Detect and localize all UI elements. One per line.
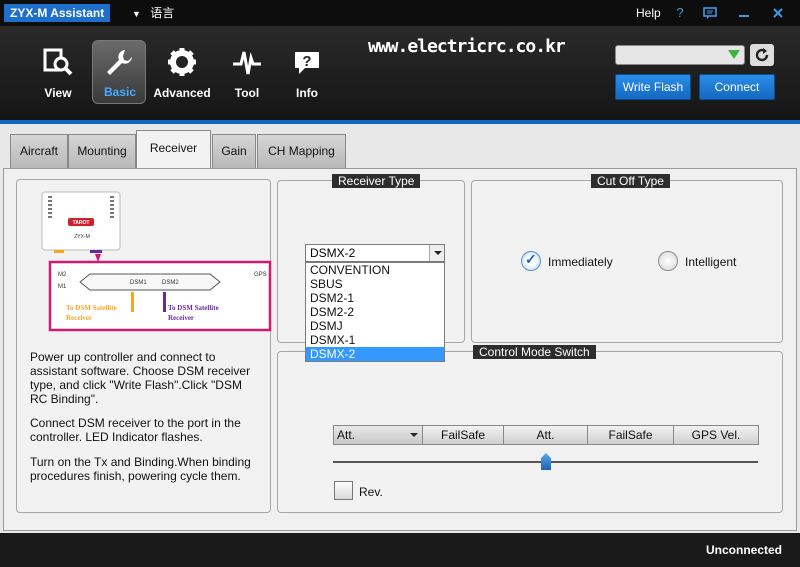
callout2-line2: Receiver [168, 314, 194, 322]
intelligent-label: Intelligent [685, 255, 737, 269]
immediately-radio[interactable]: ✓ [521, 251, 541, 271]
intelligent-radio[interactable] [658, 251, 678, 271]
svg-text:?: ? [302, 53, 311, 70]
feedback-icon[interactable] [702, 5, 718, 21]
tab-ch-mapping[interactable]: CH Mapping [257, 134, 346, 168]
title-bar: ZYX-M Assistant ▼ 语言 Help ? [0, 0, 800, 26]
tab-aircraft[interactable]: Aircraft [10, 134, 68, 168]
nav-view-button[interactable]: View [31, 40, 85, 104]
rev-checkbox[interactable] [334, 481, 353, 500]
brand-label: TAROT [73, 220, 90, 226]
gps-label: GPS [254, 272, 267, 278]
receiver-type-select[interactable]: DSMX-2 [305, 244, 445, 262]
receiver-type-options: CONVENTION SBUS DSM2-1 DSM2-2 DSMJ DSMX-… [305, 262, 445, 362]
menu-caret-icon: ▼ [132, 9, 141, 19]
instruction-step-3: Turn on the Tx and Binding.When binding … [30, 455, 251, 483]
chat-question-icon: ? [295, 52, 319, 74]
wrench-icon [107, 50, 132, 75]
check-icon: ✓ [525, 251, 537, 267]
receiver-option-sbus[interactable]: SBUS [306, 277, 444, 291]
nav-info-button[interactable]: ? Info [280, 40, 334, 104]
connect-button[interactable]: Connect [699, 74, 775, 100]
model-label: ZYX-M [74, 234, 90, 240]
receiver-option-dsm2-1[interactable]: DSM2-1 [306, 291, 444, 305]
nav-info-label: Info [296, 86, 318, 100]
callout1-line1: To DSM Satellite [66, 304, 117, 312]
dsm1-label: DSM1 [130, 280, 147, 286]
callout1-line2: Receiver [66, 314, 92, 322]
chevron-down-icon [410, 433, 418, 437]
tab-gain[interactable]: Gain [212, 134, 256, 168]
mode-segment-2: Att. [504, 425, 588, 445]
nav-advanced-button[interactable]: Advanced [153, 40, 211, 104]
mode-segment-3: FailSafe [588, 425, 674, 445]
help-label[interactable]: Help [636, 6, 661, 20]
rev-label: Rev. [359, 485, 383, 499]
refresh-button[interactable] [750, 44, 774, 66]
mode-segment-1: FailSafe [423, 425, 504, 445]
language-label: 语言 [150, 6, 175, 20]
connection-status: Unconnected [705, 543, 782, 557]
minimize-icon[interactable] [736, 5, 752, 21]
nav-advanced-label: Advanced [153, 86, 211, 100]
nav-basic-button[interactable]: Basic [92, 40, 146, 104]
port-select[interactable] [615, 45, 745, 65]
magnifier-chart-icon [43, 48, 73, 76]
language-button[interactable]: ▼ 语言 [132, 5, 174, 22]
waveform-icon [233, 51, 261, 75]
wiring-diagram: TAROT ZYX-M M2 M1 GPS DSM1 DSM2 To DSM S… [41, 191, 272, 332]
app-title: ZYX-M Assistant [4, 4, 111, 22]
instruction-step-2: Connect DSM receiver to the port in the … [30, 416, 241, 444]
cutoff-type-title: Cut Off Type [591, 174, 670, 188]
write-flash-button[interactable]: Write Flash [615, 74, 691, 100]
chevron-down-icon[interactable] [429, 245, 444, 261]
url-watermark: www.electricrc.co.kr [368, 36, 566, 57]
receiver-option-dsmx-2[interactable]: DSMX-2 [306, 347, 444, 361]
callout2-line1: To DSM Satellite [168, 304, 219, 312]
m2-label: M2 [58, 272, 67, 278]
m1-label: M1 [58, 284, 67, 290]
receiver-type-value: DSMX-2 [310, 246, 356, 260]
tab-mounting[interactable]: Mounting [68, 134, 136, 168]
receiver-type-title: Receiver Type [332, 174, 421, 188]
receiver-option-convention[interactable]: CONVENTION [306, 263, 444, 277]
mode-select-value: Att. [337, 428, 356, 442]
dropdown-arrow-icon [728, 50, 740, 59]
mode-select[interactable]: Att. [333, 425, 423, 445]
receiver-option-dsmj[interactable]: DSMJ [306, 319, 444, 333]
refresh-icon [755, 48, 769, 62]
gear-icon [168, 48, 196, 76]
close-icon[interactable] [770, 5, 786, 21]
help-icon[interactable]: ? [672, 5, 688, 21]
instruction-step-1: Power up controller and connect to assis… [30, 350, 251, 406]
control-mode-title: Control Mode Switch [473, 345, 596, 359]
receiver-option-dsm2-2[interactable]: DSM2-2 [306, 305, 444, 319]
status-bar: Unconnected [0, 533, 800, 567]
mode-segment-4: GPS Vel. [674, 425, 759, 445]
nav-tool-button[interactable]: Tool [220, 40, 274, 104]
main-toolbar: View Basic Advanced Tool ? Info www.elec… [0, 26, 800, 120]
dsm2-label: DSM2 [162, 280, 179, 286]
immediately-label: Immediately [548, 255, 613, 269]
tab-receiver[interactable]: Receiver [136, 130, 211, 168]
receiver-option-dsmx-1[interactable]: DSMX-1 [306, 333, 444, 347]
